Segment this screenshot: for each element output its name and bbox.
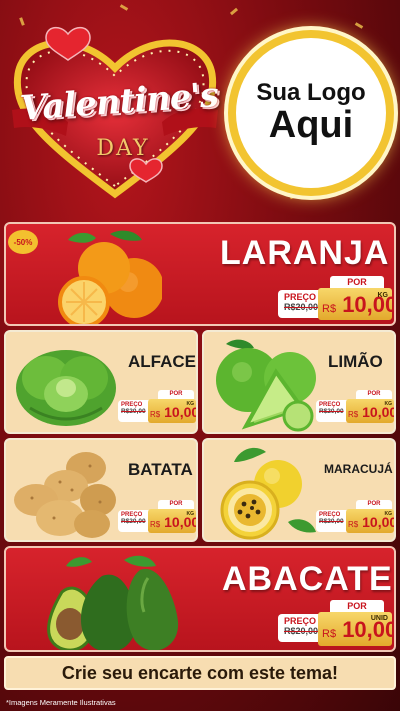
price-unit: KG [186,401,195,407]
price-currency: R$ [150,520,161,529]
preco-label: PREÇO [284,292,317,302]
price-currency: R$ [322,303,337,315]
old-price: R$20,00 [284,626,319,636]
price-tag: POR PREÇO R$20,00 R$ 10,00 KG [316,500,394,536]
potato-icon [14,452,116,538]
discount-badge: -50% [8,230,38,254]
price-tag: POR PREÇO R$20,00 R$ 10,00 KG [316,390,394,426]
por-label: POR [158,500,194,509]
price-currency: R$ [322,628,337,640]
price-tag: POR PREÇO R$20,00 R$ 10,00 KG [276,276,394,322]
product-name: BATATA [128,460,193,479]
new-price: R$ 10,00 KG [346,399,394,423]
old-price: R$20,00 [284,302,319,312]
price-tag: POR PREÇO R$20,00 R$ 10,00 UNID [276,600,394,648]
logo-line2: Aqui [268,104,354,147]
confetti [229,7,239,16]
new-price: R$ 10,00 KG [346,509,394,533]
logo-line1: Sua Logo [256,78,366,106]
confetti [354,22,364,29]
old-price: R$20,00 [319,518,344,525]
preco-label: PREÇO [284,616,317,626]
avocado-icon [47,555,179,650]
por-label: POR [356,500,392,509]
preco-box: PREÇO R$20,00 [316,400,348,422]
logo-placeholder: Sua Logo Aqui [228,30,394,196]
product-name: LARANJA [220,234,390,272]
product-laranja: LARANJA POR PREÇO R$20,00 R$ 10,00 KG [4,222,396,326]
flyer-page: Valentine's DAY Sua Logo Aqui LARANJA PO… [0,0,400,711]
price-unit: KG [186,511,195,517]
disclaimer: *Imagens Meramente Ilustrativas [6,698,116,707]
preco-box: PREÇO R$20,00 [118,510,150,532]
preco-box: PREÇO R$20,00 [278,290,322,318]
orange-icon [58,230,162,324]
price-unit: KG [384,511,393,517]
product-name: ABACATE [222,560,393,598]
valentines-heart-logo: Valentine's DAY [8,24,222,204]
old-price: R$20,00 [319,408,344,415]
cta-banner[interactable]: Crie seu encarte com este tema! [4,656,396,690]
price-unit: UNID [370,615,388,622]
preco-box: PREÇO R$20,00 [278,614,322,642]
price-currency: R$ [348,520,359,529]
header: Valentine's DAY Sua Logo Aqui [0,0,400,214]
confetti [119,4,129,11]
old-price: R$20,00 [121,518,146,525]
new-price: R$ 10,00 KG [148,399,196,423]
preco-box: PREÇO R$20,00 [118,400,150,422]
preco-box: PREÇO R$20,00 [316,510,348,532]
lettuce-icon [16,350,116,426]
new-price: R$ 10,00 UNID [318,612,394,646]
product-batata: BATATA POR PREÇO R$20,00 R$ 10,00 KG [4,438,198,542]
new-price: R$ 10,00 KG [148,509,196,533]
new-price: R$ 10,00 KG [318,288,394,320]
product-alface: ALFACE POR PREÇO R$20,00 R$ 10,00 KG [4,330,198,434]
por-label: POR [330,276,384,288]
day-subtitle: DAY [96,136,150,161]
product-name: ALFACE [128,352,196,371]
product-name: MARACUJÁ [324,462,393,476]
price-currency: R$ [150,410,161,419]
lime-icon [216,339,316,432]
product-name: LIMÃO [328,352,383,371]
por-label: POR [330,600,384,612]
por-label: POR [158,390,194,399]
price-unit: KG [377,292,389,299]
price-tag: POR PREÇO R$20,00 R$ 10,00 KG [118,500,196,536]
price-unit: KG [384,401,393,407]
product-maracuja: MARACUJÁ POR PREÇO R$20,00 R$ 10,00 KG [202,438,396,542]
product-limao: LIMÃO POR PREÇO R$20,00 R$ 10,00 KG [202,330,396,434]
price-currency: R$ [348,410,359,419]
price-tag: POR PREÇO R$20,00 R$ 10,00 KG [118,390,196,426]
por-label: POR [356,390,392,399]
passion-fruit-icon [220,447,316,540]
old-price: R$20,00 [121,408,146,415]
product-abacate: ABACATE POR PREÇO R$20,00 R$ 10,00 UNID [4,546,396,652]
